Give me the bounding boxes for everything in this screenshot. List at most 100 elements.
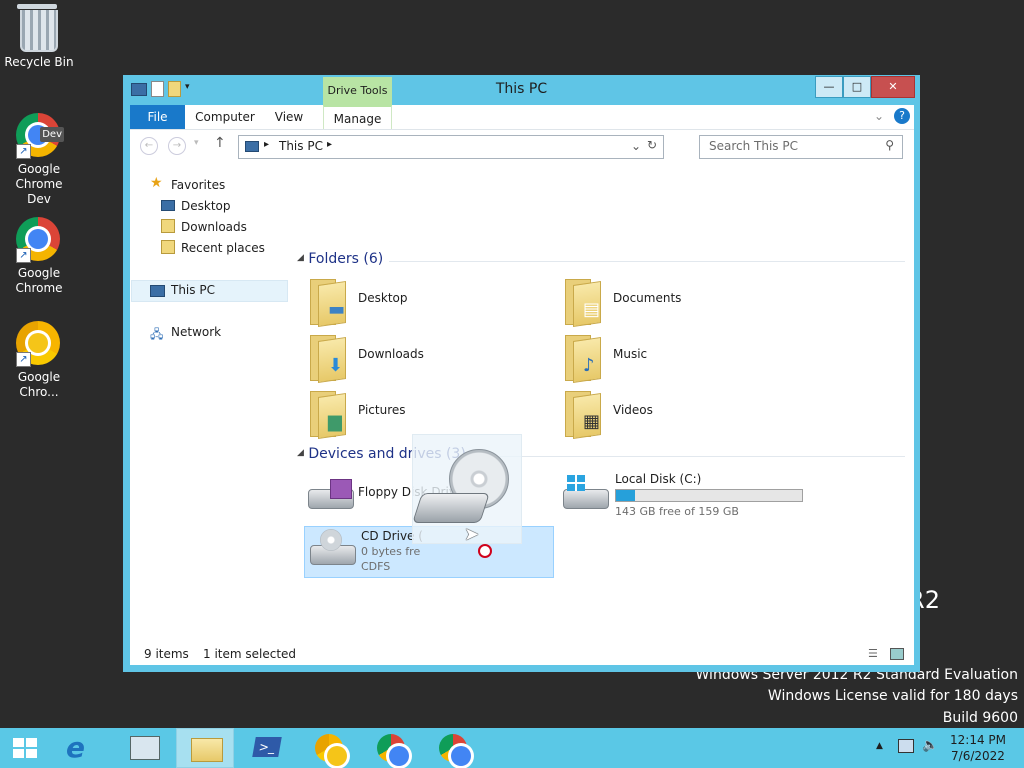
- nav-favorites[interactable]: Favorites: [171, 175, 225, 195]
- downloads-folder-icon: ⬇: [308, 335, 346, 383]
- music-folder-icon: ♪: [563, 335, 601, 383]
- this-pc-small-icon: [150, 285, 165, 297]
- collapse-icon[interactable]: ◢: [297, 448, 304, 458]
- favorites-star-icon: ★: [150, 175, 163, 191]
- nav-network[interactable]: Network: [171, 322, 221, 342]
- no-drop-icon: [478, 544, 492, 558]
- minimize-button[interactable]: —: [815, 76, 843, 98]
- tab-computer[interactable]: Computer: [192, 105, 258, 129]
- drive-tile-local-disk[interactable]: Local Disk (C:) 143 GB free of 159 GB: [558, 469, 818, 521]
- chrome-dev-icon: [377, 734, 409, 766]
- desktop-small-icon: [161, 200, 175, 211]
- pictures-folder-icon: ▆: [308, 391, 346, 439]
- devices-section-header[interactable]: ◢ Devices and drives (3): [297, 446, 907, 462]
- ribbon-tabs: File Computer View Manage ⌄ ?: [130, 105, 914, 131]
- folder-label: Pictures: [358, 403, 406, 417]
- folder-tile[interactable]: ♪ Music: [558, 331, 798, 383]
- address-location[interactable]: This PC: [279, 139, 323, 153]
- help-icon[interactable]: ?: [894, 108, 910, 124]
- search-placeholder: Search This PC: [709, 139, 798, 153]
- volume-muted-icon[interactable]: 🔈: [922, 738, 938, 753]
- powershell-icon: >_: [252, 737, 282, 757]
- shortcut-arrow-icon: ↗: [16, 352, 31, 367]
- large-icons-view-icon[interactable]: [890, 648, 904, 660]
- cd-drive-icon: [310, 529, 356, 565]
- up-icon[interactable]: ↑: [214, 135, 226, 151]
- address-bar[interactable]: ▸ This PC ▸ ⌄ ↻: [238, 135, 664, 159]
- maximize-button[interactable]: □: [843, 76, 871, 98]
- item-count: 9 items: [144, 647, 189, 661]
- address-row: ← → ▾ ↑ ▸ This PC ▸ ⌄ ↻ Search This PC ⚲: [130, 129, 914, 164]
- taskbar: e >_ ▲ 🔈 12:14 PM 7/6/2022: [0, 728, 1024, 768]
- desktop-icon-recycle-bin[interactable]: Recycle Bin: [2, 4, 76, 70]
- selection-count: 1 item selected: [203, 647, 297, 661]
- desktop-folder-icon: ▬: [308, 279, 346, 327]
- folder-tile[interactable]: ▆ Pictures: [303, 387, 543, 439]
- window-title: This PC: [495, 81, 548, 97]
- folders-section-header[interactable]: ◢ Folders (6): [297, 251, 907, 267]
- address-dropdown-icon[interactable]: ⌄: [631, 139, 641, 153]
- content-area: ★ Favorites Desktop Downloads Recent pla…: [130, 163, 914, 643]
- search-icon[interactable]: ⚲: [885, 138, 894, 152]
- nav-recent-places[interactable]: Recent places: [181, 238, 265, 258]
- desktop-icon-label: Google Chrome Dev: [15, 162, 63, 206]
- network-icon: 🖧: [150, 327, 164, 341]
- downloads-small-icon: [161, 219, 175, 233]
- folder-label: Music: [613, 347, 648, 361]
- folder-tile[interactable]: ▦ Videos: [558, 387, 798, 439]
- forward-icon[interactable]: →: [168, 137, 186, 155]
- disk-usage-bar: [615, 489, 803, 502]
- taskbar-file-explorer[interactable]: [176, 728, 234, 768]
- chrome-canary-icon: ↗: [16, 321, 62, 367]
- taskbar-server-manager[interactable]: [116, 728, 174, 768]
- tab-file[interactable]: File: [130, 105, 185, 129]
- this-pc-small-icon: [245, 141, 259, 152]
- nav-desktop[interactable]: Desktop: [181, 196, 231, 216]
- shortcut-arrow-icon: ↗: [16, 144, 31, 159]
- show-hidden-icons-icon[interactable]: ▲: [876, 741, 883, 751]
- taskbar-chrome-dev[interactable]: [362, 728, 420, 768]
- desktop-icon-chrome[interactable]: ↗ Google Chrome: [2, 217, 76, 296]
- desktop-icon-chrome-dev[interactable]: Dev ↗ Google Chrome Dev: [2, 113, 76, 207]
- tab-manage[interactable]: Manage: [323, 105, 392, 131]
- folder-label: Videos: [613, 403, 653, 417]
- nav-this-pc[interactable]: This PC: [171, 280, 215, 300]
- explorer-window[interactable]: ▾ Drive Tools This PC — □ ✕ File Compute…: [123, 75, 920, 672]
- cd-filesystem: CDFS: [361, 560, 391, 573]
- title-bar[interactable]: ▾ Drive Tools This PC — □ ✕: [123, 75, 920, 105]
- expand-ribbon-icon[interactable]: ⌄: [874, 109, 884, 123]
- desktop-icon-label: Google Chrome: [15, 266, 63, 295]
- details-view-icon[interactable]: ☰: [868, 647, 878, 660]
- address-separator: ▸: [327, 139, 333, 150]
- taskbar-internet-explorer[interactable]: e: [52, 728, 110, 768]
- system-clock[interactable]: 12:14 PM 7/6/2022: [950, 732, 1006, 764]
- recent-locations-icon[interactable]: ▾: [194, 138, 199, 148]
- taskbar-chrome[interactable]: [424, 728, 482, 768]
- desktop-icon-chrome-canary[interactable]: ↗ Google Chro...: [2, 321, 76, 400]
- taskbar-chrome-canary[interactable]: [300, 728, 358, 768]
- chrome-icon: [439, 734, 471, 766]
- search-input[interactable]: Search This PC ⚲: [699, 135, 903, 159]
- back-icon[interactable]: ←: [140, 137, 158, 155]
- collapse-icon[interactable]: ◢: [297, 253, 304, 263]
- nav-downloads[interactable]: Downloads: [181, 217, 247, 237]
- refresh-icon[interactable]: ↻: [647, 138, 657, 152]
- clock-time: 12:14 PM: [950, 733, 1006, 747]
- close-button[interactable]: ✕: [871, 76, 915, 98]
- folder-tile[interactable]: ▬ Desktop: [303, 275, 543, 327]
- chrome-dev-icon: Dev ↗: [16, 113, 64, 159]
- start-button[interactable]: [0, 728, 58, 768]
- shortcut-arrow-icon: ↗: [16, 248, 31, 263]
- internet-explorer-icon: e: [66, 731, 85, 764]
- drive-label: Local Disk (C:): [615, 472, 702, 486]
- navigation-pane: ★ Favorites Desktop Downloads Recent pla…: [130, 163, 290, 643]
- address-separator: ▸: [264, 139, 270, 150]
- folder-tile[interactable]: ⬇ Downloads: [303, 331, 543, 383]
- network-tray-icon[interactable]: [898, 739, 914, 753]
- folders-header-label: Folders (6): [308, 251, 384, 267]
- tab-view[interactable]: View: [264, 105, 314, 129]
- folder-tile[interactable]: ▤ Documents: [558, 275, 798, 327]
- windows-logo-icon: [567, 475, 585, 491]
- taskbar-powershell[interactable]: >_: [238, 728, 296, 768]
- server-manager-icon: [130, 736, 160, 760]
